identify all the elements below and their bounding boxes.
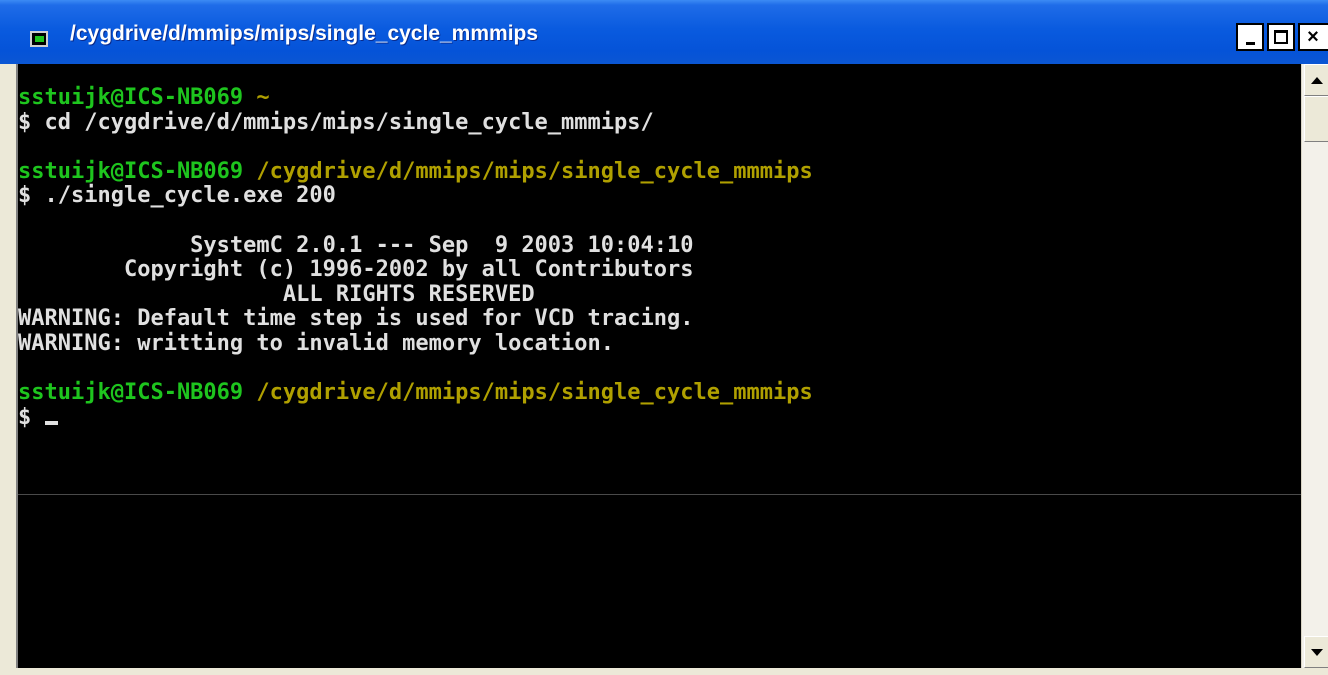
- terminal-text: sstuijk@ICS-NB069 ~ $ cd /cygdrive/d/mmip…: [18, 85, 813, 431]
- prompt-path: /cygdrive/d/mmips/mips/single_cycle_mmmi…: [256, 380, 813, 406]
- title-bar[interactable]: /cygdrive/d/mmips/mips/single_cycle_mmmi…: [0, 0, 1328, 64]
- terminal-line: ALL RIGHTS RESERVED: [18, 281, 813, 308]
- output-text: $ cd /cygdrive/d/mmips/mips/single_cycle…: [18, 109, 654, 135]
- close-icon: ×: [1307, 26, 1319, 48]
- minimize-button[interactable]: [1236, 23, 1264, 51]
- cygwin-terminal-icon[interactable]: [30, 31, 48, 47]
- prompt-path: /cygdrive/d/mmips/mips/single_cycle_mmmi…: [256, 158, 813, 184]
- terminal-line: $ cd /cygdrive/d/mmips/mips/single_cycle…: [18, 109, 813, 136]
- prompt-user-host: sstuijk@ICS-NB069: [18, 380, 244, 406]
- terminal-line: $: [18, 404, 813, 431]
- output-text: SystemC 2.0.1 --- Sep 9 2003 10:04:10: [18, 232, 694, 258]
- scroll-down-button[interactable]: [1304, 636, 1328, 668]
- scroll-up-button[interactable]: [1304, 64, 1328, 96]
- output-text: $ ./single_cycle.exe 200: [18, 183, 336, 209]
- window-border-bottom: [0, 668, 1328, 675]
- maximize-button[interactable]: [1267, 23, 1295, 51]
- output-text: WARNING: Default time step is used for V…: [18, 306, 694, 332]
- prompt-user-host: sstuijk@ICS-NB069: [18, 85, 244, 110]
- scroll-thumb[interactable]: [1304, 96, 1328, 142]
- prompt-line: sstuijk@ICS-NB069 /cygdrive/d/mmips/mips…: [18, 380, 813, 406]
- minimize-icon: [1245, 41, 1255, 45]
- scroll-down-arrow-icon: [1310, 648, 1323, 656]
- close-button[interactable]: ×: [1298, 23, 1328, 51]
- terminal-line: Copyright (c) 1996-2002 by all Contribut…: [18, 257, 813, 283]
- prompt-path: ~: [256, 85, 270, 110]
- terminal-line: WARNING: writting to invalid memory loca…: [18, 330, 813, 357]
- text-cursor: [44, 420, 58, 425]
- terminal-window: /cygdrive/d/mmips/mips/single_cycle_mmmi…: [0, 0, 1328, 675]
- prompt-line: sstuijk@ICS-NB069 /cygdrive/d/mmips/mips…: [18, 158, 813, 185]
- prompt-line: sstuijk@ICS-NB069 ~: [18, 85, 813, 111]
- output-text: WARNING: writting to invalid memory loca…: [18, 330, 615, 356]
- console-divider: [18, 494, 1301, 495]
- maximize-icon: [1274, 30, 1288, 44]
- window-border-left: [0, 64, 18, 675]
- output-text: $: [18, 404, 45, 430]
- vertical-scrollbar[interactable]: [1301, 64, 1328, 668]
- window-title: /cygdrive/d/mmips/mips/single_cycle_mmmi…: [70, 22, 539, 45]
- scroll-up-arrow-icon: [1310, 76, 1323, 84]
- output-text: Copyright (c) 1996-2002 by all Contribut…: [18, 257, 694, 283]
- terminal-line: SystemC 2.0.1 --- Sep 9 2003 10:04:10: [18, 232, 813, 259]
- prompt-user-host: sstuijk@ICS-NB069: [18, 158, 244, 184]
- console-output[interactable]: sstuijk@ICS-NB069 ~ $ cd /cygdrive/d/mmip…: [18, 64, 1301, 668]
- terminal-line: WARNING: Default time step is used for V…: [18, 307, 813, 332]
- terminal-line: $ ./single_cycle.exe 200: [18, 184, 813, 209]
- output-text: ALL RIGHTS RESERVED: [18, 281, 535, 307]
